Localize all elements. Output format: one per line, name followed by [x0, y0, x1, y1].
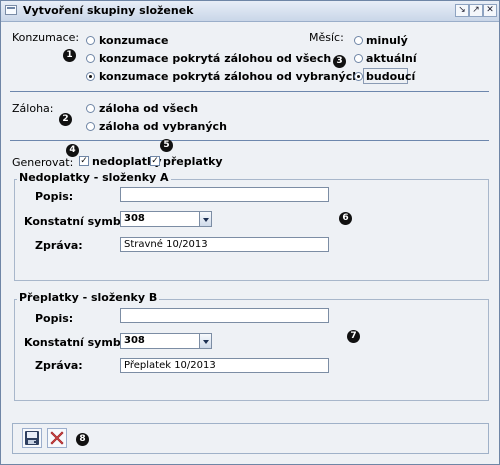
konzumace-vybranych-label[interactable]: konzumace pokrytá zálohou od vybraných — [99, 70, 360, 83]
konzumace-vsech-label[interactable]: konzumace pokrytá zálohou od všech — [99, 52, 331, 65]
preplatky-checkbox-label[interactable]: přeplatky — [163, 155, 223, 168]
nedoplatky-group-title: Nedoplatky - složenky A — [17, 171, 171, 184]
mesic-minuly-radio[interactable] — [354, 36, 363, 45]
konzumace-vsech-radio[interactable] — [86, 54, 95, 63]
marker-2: 2 — [59, 113, 72, 126]
mesic-aktualni-label[interactable]: aktuální — [366, 52, 417, 65]
save-button[interactable] — [22, 428, 42, 448]
zaloha-vsech-radio[interactable] — [86, 104, 95, 113]
mesic-budouci-label[interactable]: budoucí — [366, 70, 415, 83]
konzumace-label: Konzumace: — [12, 31, 80, 44]
cancel-button[interactable] — [47, 428, 67, 448]
nedoplatky-checkbox[interactable]: ✓ — [79, 156, 89, 166]
dialog-window: Vytvoření skupiny složenek ↘ ↗ ✕ Konzuma… — [0, 0, 500, 465]
maximize-icon[interactable]: ↗ — [469, 4, 483, 17]
close-icon[interactable]: ✕ — [483, 4, 497, 17]
preplatky-popis-label: Popis: — [35, 312, 74, 325]
zaloha-label: Záloha: — [12, 102, 54, 115]
marker-1: 1 — [63, 49, 76, 62]
preplatky-checkbox[interactable]: ✓ — [150, 156, 160, 166]
mesic-label: Měsíc: — [309, 31, 344, 44]
preplatky-symbol-value: 308 — [124, 335, 145, 346]
save-icon — [25, 431, 39, 445]
window-title: Vytvoření skupiny složenek — [23, 4, 194, 17]
nedoplatky-symbol-value: 308 — [124, 213, 145, 224]
nedoplatky-popis-input[interactable] — [120, 187, 329, 202]
mesic-budouci-radio[interactable] — [354, 72, 363, 81]
nedoplatky-symbol-combo[interactable]: 308 — [120, 211, 212, 227]
dialog-content: Konzumace: 1 konzumace konzumace pokrytá… — [2, 22, 498, 463]
minimize-icon[interactable]: ↘ — [455, 4, 469, 17]
mesic-aktualni-radio[interactable] — [354, 54, 363, 63]
konzumace-option-label[interactable]: konzumace — [99, 34, 169, 47]
marker-3: 3 — [333, 55, 346, 68]
marker-6: 6 — [339, 212, 352, 225]
zaloha-vybranych-label[interactable]: záloha od vybraných — [99, 120, 227, 133]
generovat-label: Generovat: — [12, 156, 74, 169]
mesic-minuly-label[interactable]: minulý — [366, 34, 408, 47]
preplatky-popis-input[interactable] — [120, 308, 329, 323]
chevron-down-icon[interactable] — [199, 211, 212, 227]
marker-7: 7 — [347, 330, 360, 343]
konzumace-option-radio[interactable] — [86, 36, 95, 45]
cancel-icon — [50, 431, 64, 445]
konzumace-vybranych-radio[interactable] — [86, 72, 95, 81]
nedoplatky-zprava-input[interactable]: Stravné 10/2013 — [120, 237, 329, 252]
preplatky-symbol-combo[interactable]: 308 — [120, 333, 212, 349]
preplatky-group-title: Přeplatky - složenky B — [17, 291, 160, 304]
zaloha-vsech-label[interactable]: záloha od všech — [99, 102, 198, 115]
chevron-down-icon[interactable] — [199, 333, 212, 349]
zaloha-vybranych-radio[interactable] — [86, 122, 95, 131]
window-icon — [5, 5, 17, 15]
preplatky-zprava-input[interactable]: Přeplatek 10/2013 — [120, 358, 329, 373]
preplatky-zprava-label: Zpráva: — [35, 359, 83, 372]
divider-middle — [10, 140, 489, 141]
nedoplatky-popis-label: Popis: — [35, 190, 74, 203]
title-bar[interactable]: Vytvoření skupiny složenek ↘ ↗ ✕ — [1, 1, 499, 22]
marker-8: 8 — [76, 433, 89, 446]
marker-5: 5 — [160, 139, 173, 152]
nedoplatky-zprava-label: Zpráva: — [35, 239, 83, 252]
divider-top — [10, 91, 489, 92]
